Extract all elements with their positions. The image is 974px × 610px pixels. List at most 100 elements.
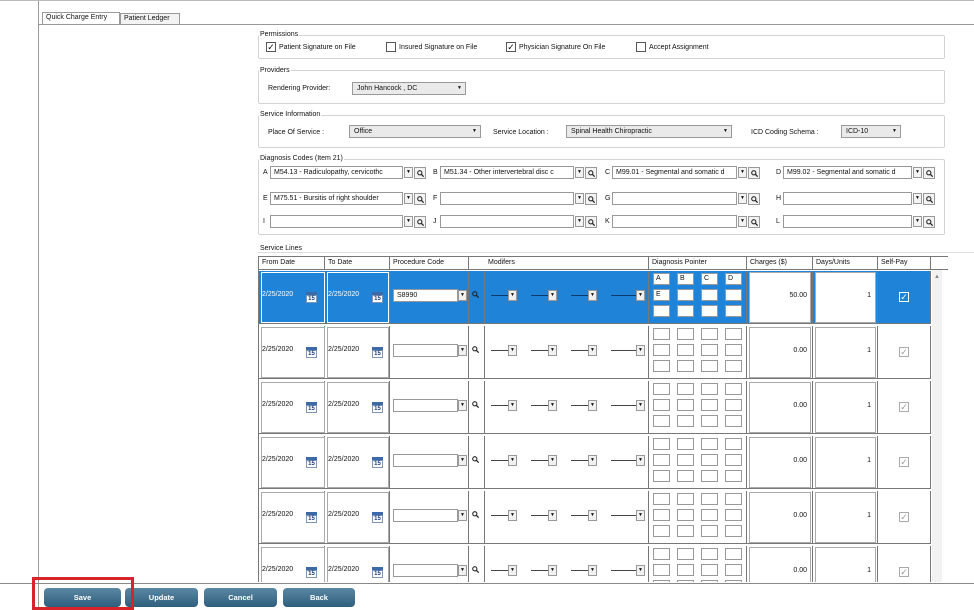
diagnosis-pointer-input[interactable] bbox=[677, 415, 694, 427]
modifier-1-dropdown-icon[interactable]: ▼ bbox=[508, 510, 517, 521]
diagnosis-pointer-input[interactable] bbox=[701, 564, 718, 576]
chevron-down-icon[interactable]: ▼ bbox=[458, 290, 467, 301]
diagnosis-pointer-input[interactable] bbox=[701, 360, 718, 372]
modifier-4-dropdown-icon[interactable]: ▼ bbox=[636, 345, 645, 356]
diagnosis-search-icon[interactable] bbox=[923, 216, 935, 228]
diagnosis-code-c-input[interactable]: M99.01 - Segmental and somatic d bbox=[612, 166, 737, 179]
calendar-icon[interactable]: 15 bbox=[306, 347, 317, 358]
self-pay-checkbox[interactable]: ✓ bbox=[899, 347, 909, 357]
modifier-4-dropdown-icon[interactable]: ▼ bbox=[636, 400, 645, 411]
chevron-down-icon[interactable]: ▼ bbox=[738, 193, 747, 204]
self-pay-checkbox[interactable]: ✓ bbox=[899, 292, 909, 302]
diagnosis-pointer-input[interactable] bbox=[701, 289, 718, 301]
procedure-code-input[interactable] bbox=[393, 454, 458, 467]
diagnosis-pointer-input[interactable] bbox=[677, 289, 694, 301]
modifier-1-dropdown-icon[interactable]: ▼ bbox=[508, 290, 517, 301]
diagnosis-code-l-input[interactable] bbox=[783, 215, 912, 228]
chevron-down-icon[interactable]: ▼ bbox=[458, 400, 467, 411]
diagnosis-code-e-input[interactable]: M75.51 - Bursitis of right shoulder bbox=[270, 192, 403, 205]
diagnosis-search-icon[interactable] bbox=[748, 167, 760, 179]
diagnosis-pointer-input[interactable] bbox=[701, 525, 718, 537]
diagnosis-pointer-input[interactable] bbox=[725, 344, 742, 356]
calendar-icon[interactable]: 15 bbox=[306, 457, 317, 468]
tab-quick-charge-entry[interactable]: Quick Charge Entry bbox=[42, 12, 120, 24]
diagnosis-pointer-input[interactable] bbox=[677, 470, 694, 482]
diagnosis-pointer-input[interactable] bbox=[725, 470, 742, 482]
chevron-down-icon[interactable]: ▼ bbox=[404, 216, 413, 227]
icd-coding-schema-select[interactable]: ICD-10 ▼ bbox=[841, 125, 901, 138]
scroll-up-icon[interactable]: ▲ bbox=[933, 274, 941, 282]
procedure-code-input[interactable]: S8990 bbox=[393, 289, 458, 302]
diagnosis-code-h-input[interactable] bbox=[783, 192, 912, 205]
diagnosis-code-f-input[interactable] bbox=[440, 192, 574, 205]
modifier-4-dropdown-icon[interactable]: ▼ bbox=[636, 455, 645, 466]
diagnosis-pointer-input[interactable] bbox=[725, 399, 742, 411]
diagnosis-pointer-input[interactable] bbox=[653, 548, 670, 560]
chevron-down-icon[interactable]: ▼ bbox=[404, 193, 413, 204]
modifier-3-dropdown-icon[interactable]: ▼ bbox=[588, 510, 597, 521]
chevron-down-icon[interactable]: ▼ bbox=[913, 167, 922, 178]
diagnosis-search-icon[interactable] bbox=[585, 167, 597, 179]
diagnosis-pointer-input[interactable] bbox=[653, 580, 670, 582]
diagnosis-pointer-input[interactable] bbox=[677, 548, 694, 560]
diagnosis-pointer-input[interactable]: A bbox=[653, 273, 670, 285]
diagnosis-pointer-input[interactable] bbox=[653, 470, 670, 482]
diagnosis-pointer-input[interactable] bbox=[677, 564, 694, 576]
diagnosis-pointer-input[interactable] bbox=[653, 564, 670, 576]
rendering-provider-select[interactable]: John Hancock , DC ▼ bbox=[352, 82, 466, 95]
diagnosis-search-icon[interactable] bbox=[585, 216, 597, 228]
chevron-down-icon[interactable]: ▼ bbox=[458, 455, 467, 466]
diagnosis-pointer-input[interactable] bbox=[701, 415, 718, 427]
modifier-2-dropdown-icon[interactable]: ▼ bbox=[548, 510, 557, 521]
diagnosis-pointer-input[interactable] bbox=[725, 493, 742, 505]
diagnosis-search-icon[interactable] bbox=[414, 216, 426, 228]
diagnosis-pointer-input[interactable] bbox=[653, 415, 670, 427]
cancel-button[interactable]: Cancel bbox=[204, 588, 277, 607]
diagnosis-pointer-input[interactable] bbox=[677, 525, 694, 537]
diagnosis-pointer-input[interactable] bbox=[701, 493, 718, 505]
chevron-down-icon[interactable]: ▼ bbox=[458, 345, 467, 356]
diagnosis-pointer-input[interactable] bbox=[677, 454, 694, 466]
modifier-3-dropdown-icon[interactable]: ▼ bbox=[588, 565, 597, 576]
diagnosis-pointer-input[interactable] bbox=[653, 454, 670, 466]
diagnosis-pointer-input[interactable] bbox=[677, 328, 694, 340]
calendar-icon[interactable]: 15 bbox=[372, 457, 383, 468]
back-button[interactable]: Back bbox=[283, 588, 355, 607]
modifier-1-dropdown-icon[interactable]: ▼ bbox=[508, 400, 517, 411]
chevron-down-icon[interactable]: ▼ bbox=[458, 510, 467, 521]
diagnosis-pointer-input[interactable] bbox=[653, 493, 670, 505]
diagnosis-pointer-input[interactable] bbox=[701, 580, 718, 582]
diagnosis-pointer-input[interactable] bbox=[725, 360, 742, 372]
diagnosis-pointer-input[interactable] bbox=[701, 344, 718, 356]
modifier-3-dropdown-icon[interactable]: ▼ bbox=[588, 345, 597, 356]
diagnosis-pointer-input[interactable] bbox=[725, 328, 742, 340]
diagnosis-pointer-input[interactable] bbox=[653, 328, 670, 340]
diagnosis-pointer-input[interactable] bbox=[701, 305, 718, 317]
self-pay-checkbox[interactable]: ✓ bbox=[899, 567, 909, 577]
calendar-icon[interactable]: 15 bbox=[372, 567, 383, 578]
diagnosis-pointer-input[interactable] bbox=[677, 399, 694, 411]
diagnosis-pointer-input[interactable] bbox=[677, 344, 694, 356]
modifier-2-dropdown-icon[interactable]: ▼ bbox=[548, 345, 557, 356]
modifier-1-dropdown-icon[interactable]: ▼ bbox=[508, 565, 517, 576]
diagnosis-search-icon[interactable] bbox=[748, 193, 760, 205]
service-line-row[interactable]: 2/25/2020 15 2/25/2020 15 ▼ ▼ ▼ ▼ ▼ 0.00 1 ✓ bbox=[259, 491, 947, 544]
diagnosis-pointer-input[interactable] bbox=[725, 509, 742, 521]
modifier-2-dropdown-icon[interactable]: ▼ bbox=[548, 455, 557, 466]
diagnosis-pointer-input[interactable] bbox=[653, 383, 670, 395]
service-location-select[interactable]: Spinal Health Chiropractic ▼ bbox=[566, 125, 732, 138]
calendar-icon[interactable]: 15 bbox=[306, 512, 317, 523]
diagnosis-pointer-input[interactable]: C bbox=[701, 273, 718, 285]
procedure-search-icon[interactable] bbox=[470, 454, 482, 466]
diagnosis-pointer-input[interactable] bbox=[725, 289, 742, 301]
procedure-code-input[interactable] bbox=[393, 344, 458, 357]
modifier-2-dropdown-icon[interactable]: ▼ bbox=[548, 400, 557, 411]
diagnosis-search-icon[interactable] bbox=[923, 167, 935, 179]
diagnosis-pointer-input[interactable] bbox=[653, 344, 670, 356]
calendar-icon[interactable]: 15 bbox=[372, 347, 383, 358]
diagnosis-pointer-input[interactable] bbox=[653, 438, 670, 450]
days-units-field[interactable] bbox=[815, 547, 876, 582]
diagnosis-pointer-input[interactable] bbox=[701, 454, 718, 466]
grid-scrollbar[interactable] bbox=[932, 270, 942, 582]
diagnosis-pointer-input[interactable] bbox=[725, 548, 742, 560]
